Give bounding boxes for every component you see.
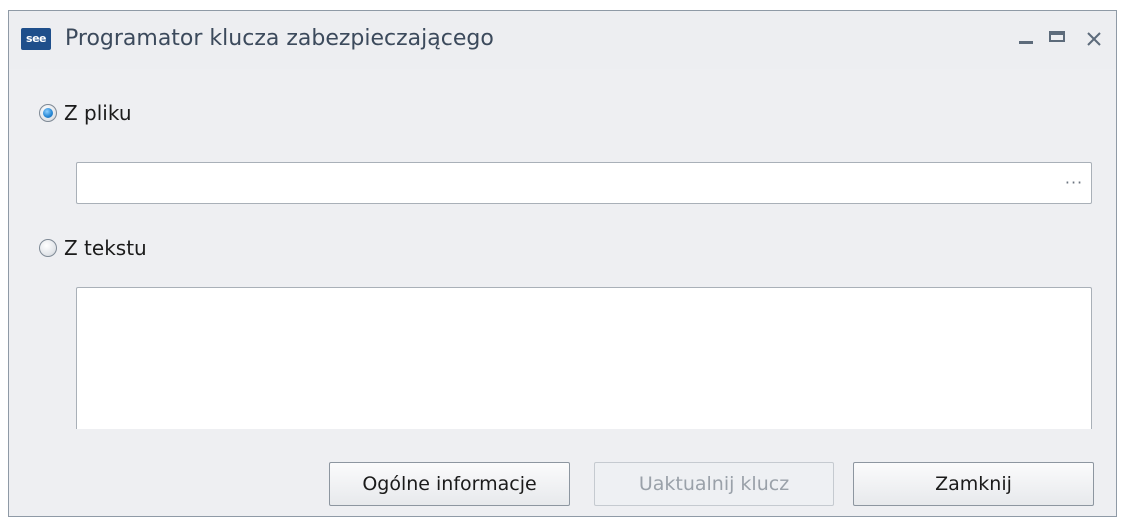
from-text-radio[interactable] bbox=[39, 239, 57, 257]
window-title: Programator klucza zabezpieczającego bbox=[65, 26, 494, 51]
maximize-icon bbox=[1049, 31, 1065, 42]
dialog-window: see Programator klucza zabezpieczającego… bbox=[8, 10, 1117, 517]
from-text-label: Z tekstu bbox=[64, 236, 147, 260]
browse-button[interactable]: ··· bbox=[1059, 169, 1089, 197]
dialog-content: Z pliku ··· Z tekstu Ogólne informacje U… bbox=[9, 69, 1116, 518]
app-logo-icon: see bbox=[21, 28, 51, 50]
from-file-option[interactable]: Z pliku bbox=[39, 101, 132, 125]
file-path-field[interactable]: ··· bbox=[76, 162, 1092, 204]
title-bar[interactable]: see Programator klucza zabezpieczającego bbox=[9, 11, 1116, 69]
close-button[interactable]: Zamknij bbox=[853, 462, 1094, 506]
close-icon bbox=[1087, 32, 1101, 46]
from-file-radio[interactable] bbox=[39, 104, 57, 122]
maximize-button[interactable] bbox=[1044, 25, 1072, 53]
from-file-label: Z pliku bbox=[64, 101, 132, 125]
key-text-input[interactable] bbox=[81, 292, 1085, 426]
from-text-option[interactable]: Z tekstu bbox=[39, 236, 147, 260]
key-text-field[interactable] bbox=[76, 287, 1092, 429]
general-info-button[interactable]: Ogólne informacje bbox=[329, 462, 570, 506]
file-path-input[interactable] bbox=[81, 165, 1055, 203]
close-window-button[interactable] bbox=[1080, 25, 1108, 53]
minimize-icon bbox=[1019, 41, 1033, 44]
minimize-button[interactable] bbox=[1012, 25, 1040, 53]
update-key-button[interactable]: Uaktualnij klucz bbox=[594, 462, 834, 506]
